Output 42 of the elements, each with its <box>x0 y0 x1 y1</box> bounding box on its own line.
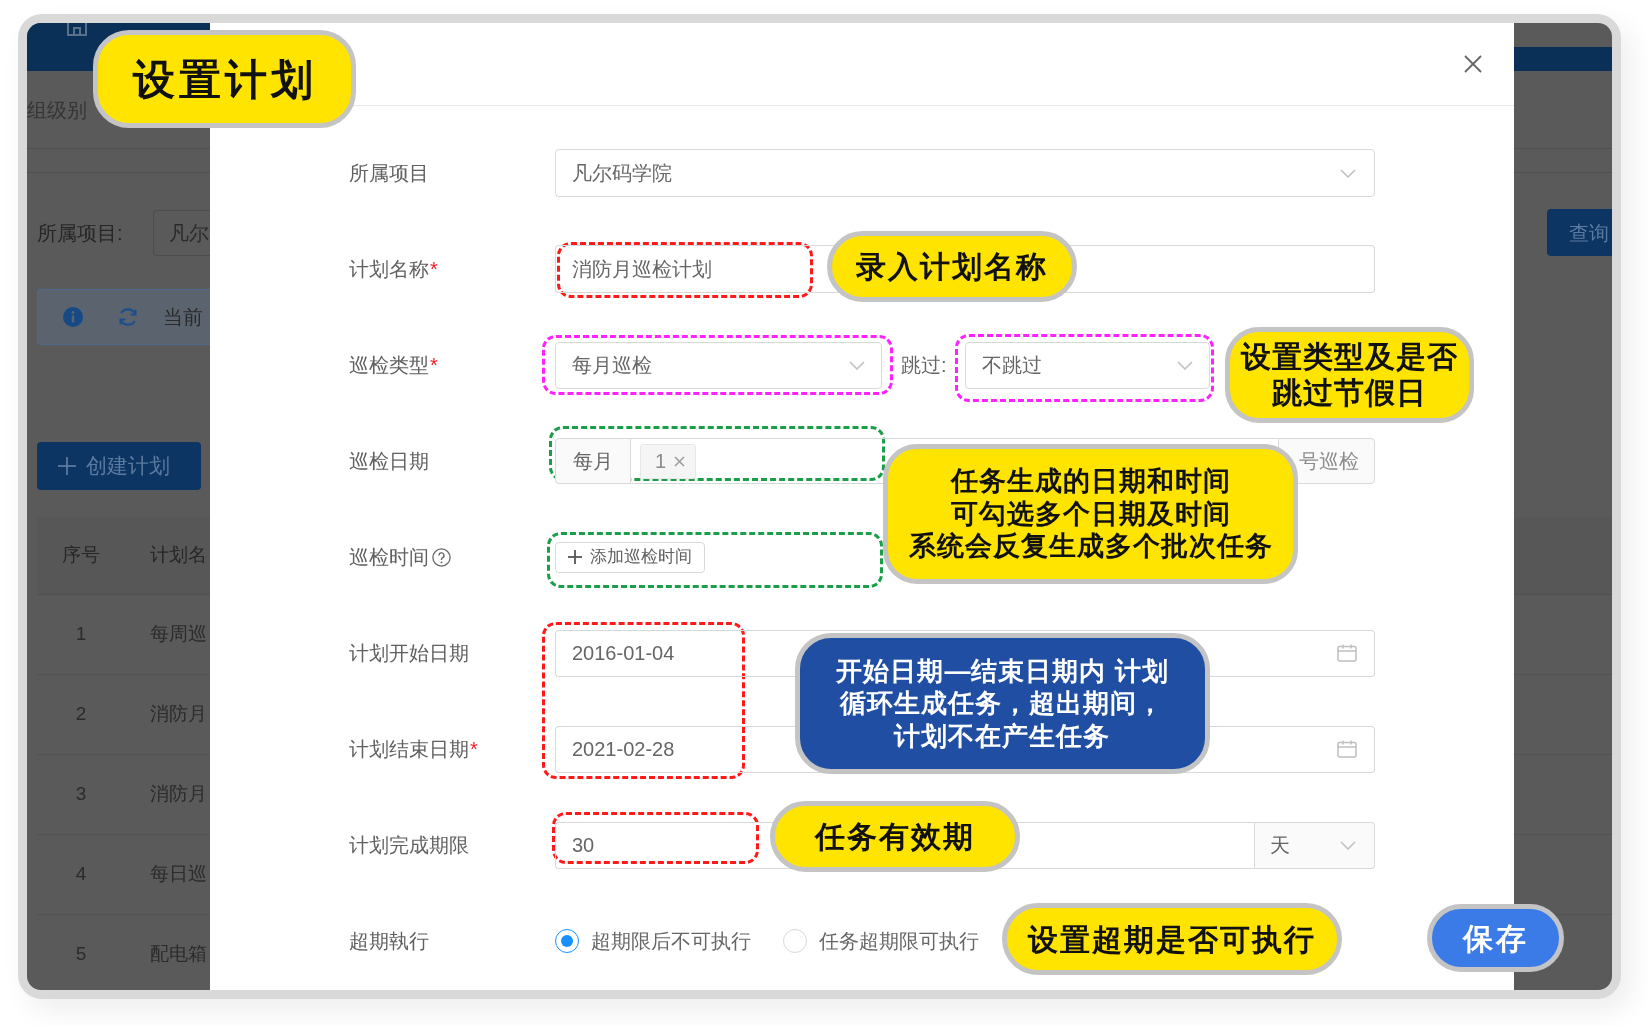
field-label: 所属项目 <box>349 161 429 186</box>
select-field[interactable]: 凡尔码学院 <box>555 149 1375 197</box>
plus-icon <box>58 457 76 475</box>
notice-text: 当前 <box>163 305 203 330</box>
radio-label[interactable]: 任务超期限可执行 <box>819 926 979 956</box>
field-label: 巡检时间 <box>349 545 429 570</box>
input-prefix: 每月 <box>555 438 631 484</box>
chevron-down-icon[interactable] <box>1340 168 1356 178</box>
select-field[interactable]: 每月巡检 <box>555 341 882 389</box>
unit-select[interactable]: 天 <box>1255 821 1375 869</box>
annotation-callout: 设置计划 <box>93 30 356 128</box>
field-label: 超期執行 <box>349 929 429 954</box>
field-label: 计划结束日期 <box>349 737 469 762</box>
field-label: 巡检类型 <box>349 353 429 378</box>
annotation-callout: 任务生成的日期和时间 可勾选多个日期及时间 系统会反复生成多个批次任务 <box>883 444 1298 584</box>
info-icon <box>63 307 83 327</box>
field-label: 计划开始日期 <box>349 641 469 666</box>
save-button[interactable]: 保存 <box>1427 904 1564 972</box>
field-label: 计划完成期限 <box>349 833 469 858</box>
annotation-callout: 设置超期是否可执行 <box>1002 903 1342 975</box>
field-label: 跳过: <box>901 353 947 378</box>
field-label: 计划名称 <box>349 257 429 282</box>
chevron-down-icon[interactable] <box>1340 840 1356 850</box>
chevron-down-icon[interactable] <box>1176 360 1193 370</box>
plus-icon <box>568 550 582 564</box>
required-mark: * <box>430 353 438 378</box>
select-field[interactable]: 不跳过 <box>964 341 1210 389</box>
close-icon[interactable] <box>1464 55 1482 73</box>
required-mark: * <box>430 257 438 282</box>
annotation-callout: 设置类型及是否 跳过节假日 <box>1225 327 1474 423</box>
house-icon[interactable] <box>65 23 89 36</box>
remove-icon[interactable] <box>674 455 686 467</box>
field-label: 巡检日期 <box>349 449 429 474</box>
refresh-icon[interactable] <box>118 307 138 327</box>
help-icon[interactable] <box>432 547 451 567</box>
add-time-button[interactable]: 添加巡检时间 <box>555 541 705 573</box>
tag-input-field[interactable]: 1 <box>631 438 883 484</box>
chevron-down-icon[interactable] <box>849 360 865 370</box>
tag-text: 1 <box>655 449 667 474</box>
required-mark: * <box>470 737 478 762</box>
radio-label[interactable]: 超期限后不可执行 <box>591 926 751 956</box>
radio-button[interactable] <box>555 929 579 953</box>
